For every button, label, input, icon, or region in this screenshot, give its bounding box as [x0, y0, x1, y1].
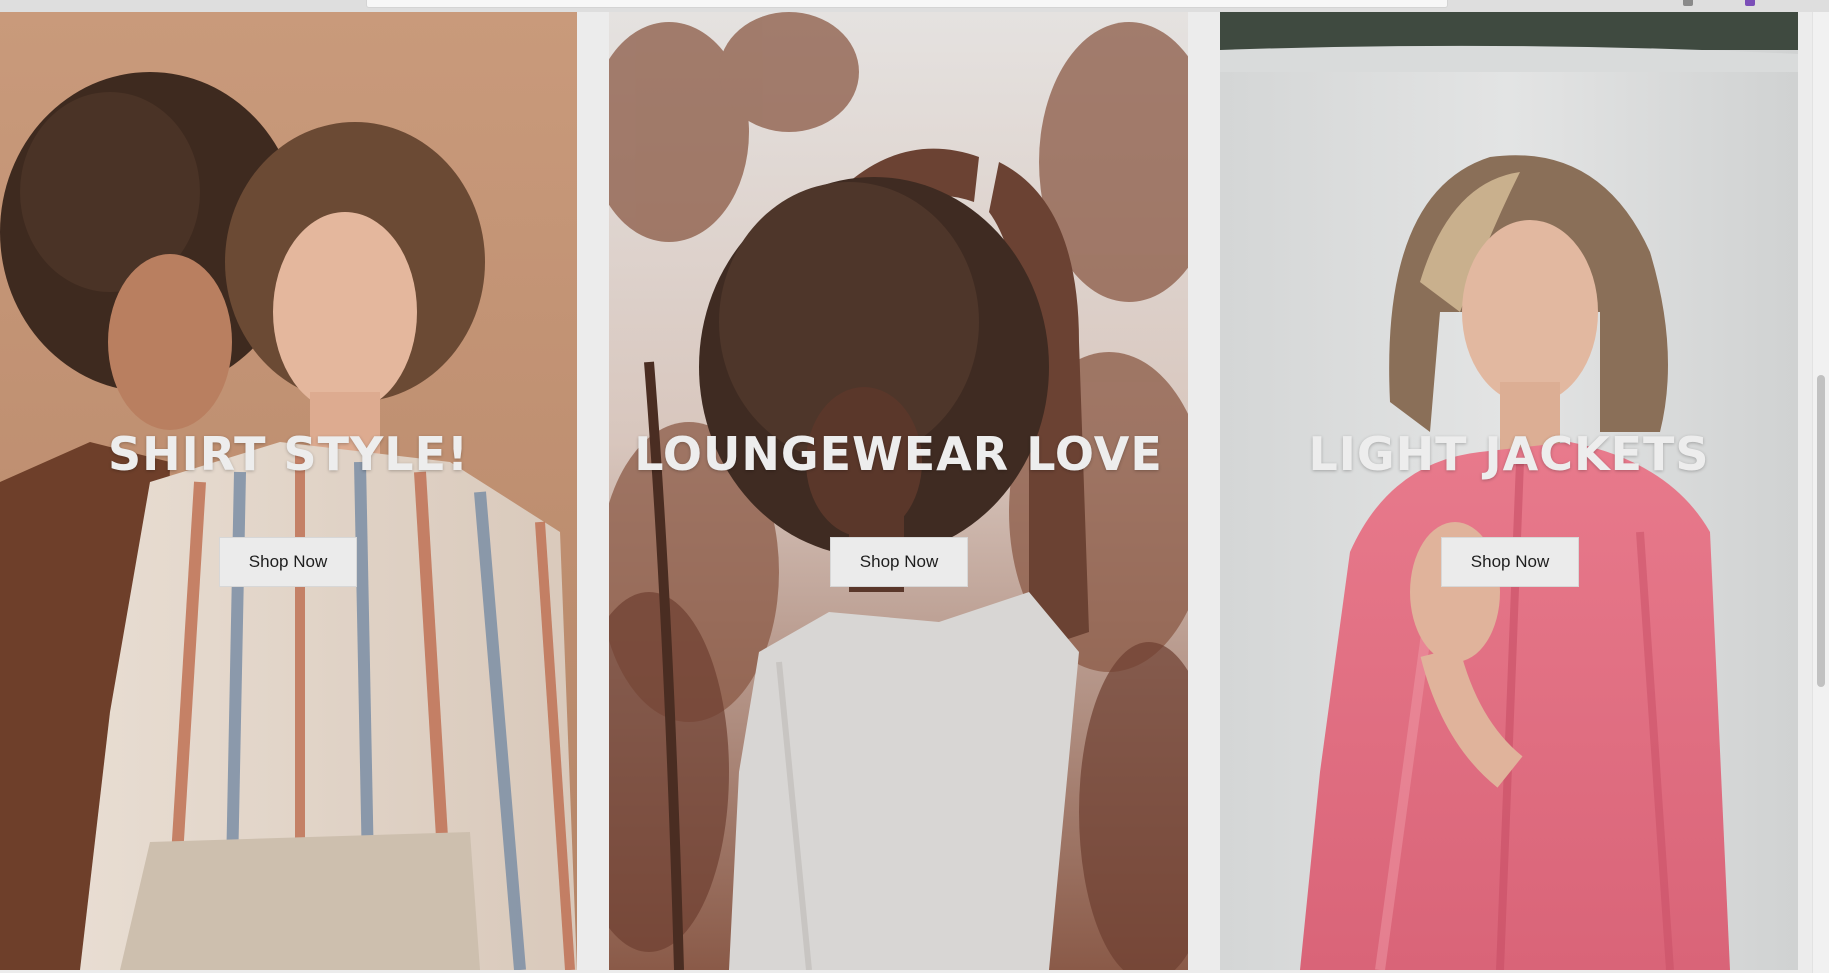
- extension-icon[interactable]: [1683, 0, 1693, 6]
- vertical-scrollbar[interactable]: [1812, 12, 1829, 973]
- category-image: [0, 12, 577, 970]
- extension-icon[interactable]: [1745, 0, 1755, 6]
- category-image: [609, 12, 1188, 970]
- category-title: SHIRT STYLE!: [107, 427, 470, 481]
- category-title: LOUNGEWEAR LOVE: [634, 427, 1163, 481]
- category-card-loungewear-love[interactable]: LOUNGEWEAR LOVE Shop Now: [609, 12, 1188, 970]
- category-title: LIGHT JACKETS: [1308, 427, 1710, 481]
- category-image: [1220, 12, 1798, 970]
- shop-now-button[interactable]: Shop Now: [219, 537, 357, 587]
- scrollbar-thumb[interactable]: [1817, 375, 1825, 687]
- shop-now-button[interactable]: Shop Now: [1441, 537, 1579, 587]
- category-card-shirt-style[interactable]: SHIRT STYLE! Shop Now: [0, 12, 577, 970]
- shop-now-button[interactable]: Shop Now: [830, 537, 968, 587]
- category-grid: SHIRT STYLE! Shop Now LOUNGEWEAR LOVE Sh…: [0, 12, 1812, 973]
- category-card-light-jackets[interactable]: LIGHT JACKETS Shop Now: [1220, 12, 1798, 970]
- address-bar[interactable]: [366, 0, 1448, 8]
